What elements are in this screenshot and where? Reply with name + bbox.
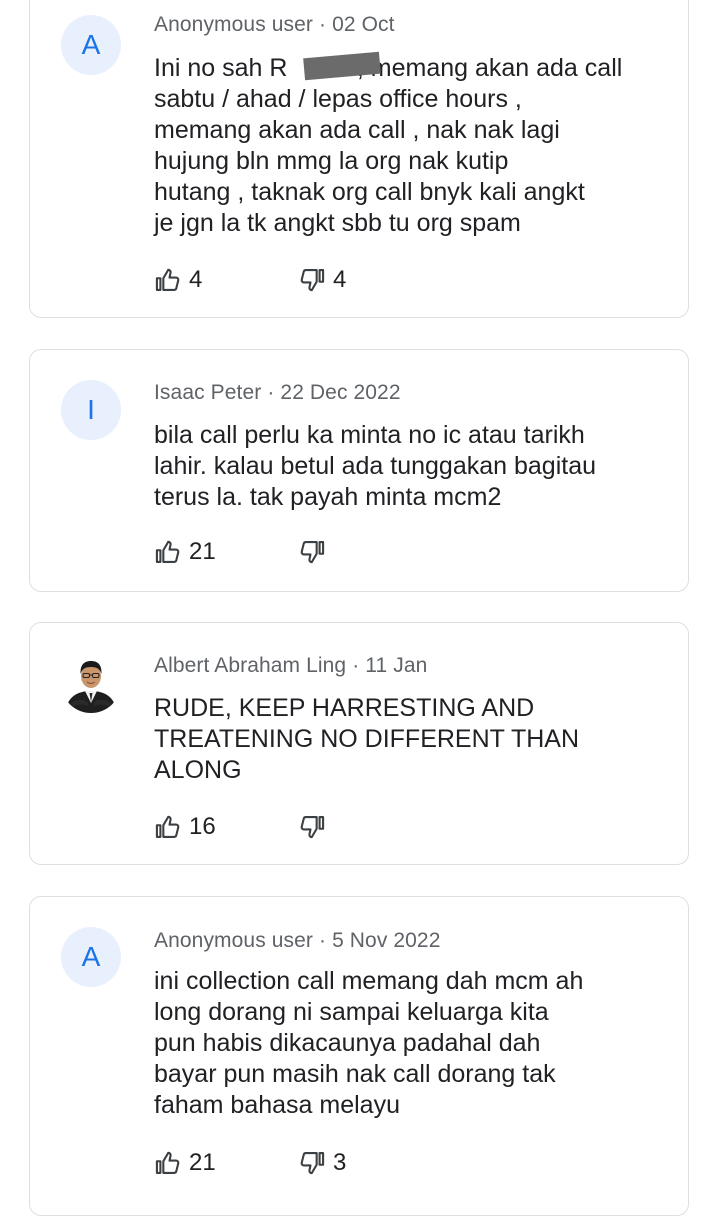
meta-separator: · xyxy=(318,929,327,952)
like-button[interactable]: 21 xyxy=(154,538,298,566)
dislike-button[interactable] xyxy=(298,538,333,566)
avatar-photo xyxy=(61,653,121,713)
like-button[interactable]: 4 xyxy=(154,266,298,294)
review-actions: 21 xyxy=(154,537,333,567)
like-count: 4 xyxy=(189,266,203,293)
review-actions: 16 xyxy=(154,812,333,842)
like-count: 21 xyxy=(189,1149,216,1176)
thumb-up-icon xyxy=(154,813,182,841)
like-count: 16 xyxy=(189,813,216,840)
author-name: Isaac Peter xyxy=(154,381,262,404)
avatar: A xyxy=(61,927,121,987)
review-text: bila call perlu ka minta no ic atau tari… xyxy=(154,421,597,511)
review-card: I Isaac Peter · 22 Dec 2022 bila call perl… xyxy=(29,349,689,592)
thumb-up-icon xyxy=(154,538,182,566)
dislike-count: 3 xyxy=(333,1149,347,1176)
meta-separator: · xyxy=(267,381,275,404)
dislike-button[interactable]: 3 xyxy=(298,1149,346,1177)
review-date: 5 Nov 2022 xyxy=(332,929,441,952)
review-meta: Albert Abraham Ling · 11 Jan xyxy=(154,654,427,678)
review-meta: Isaac Peter · 22 Dec 2022 xyxy=(154,381,401,405)
review-date: 11 Jan xyxy=(365,654,428,677)
review-meta: Anonymous user · 02 Oct xyxy=(154,13,395,37)
meta-separator: · xyxy=(352,654,360,677)
review-card: Albert Abraham Ling · 11 Jan RUDE, KEEP HA… xyxy=(29,622,689,865)
like-count: 21 xyxy=(189,538,216,565)
meta-separator: · xyxy=(318,13,327,36)
thumb-down-icon xyxy=(298,1149,326,1177)
review-card: A Anonymous user·02 Oct Ini no sah R , m… xyxy=(29,0,689,318)
review-date: 22 Dec 2022 xyxy=(280,381,401,404)
review-text: Ini no sah R , memang akan ada call sabt… xyxy=(154,54,623,237)
thumb-down-icon xyxy=(298,266,326,294)
dislike-button[interactable] xyxy=(298,813,333,841)
thumb-down-icon xyxy=(298,538,326,566)
person-photo-icon xyxy=(61,653,121,713)
like-button[interactable]: 16 xyxy=(154,813,298,841)
thumb-up-icon xyxy=(154,266,182,294)
review-actions: 21 3 xyxy=(154,1148,346,1178)
review-card: A Anonymous user · 5 Nov 2022 ini collecti… xyxy=(29,896,689,1216)
author-name: Anonymous user xyxy=(154,929,313,952)
review-text: RUDE, KEEP HARRESTING AND TREATENING NO … xyxy=(154,694,580,784)
dislike-button[interactable]: 4 xyxy=(298,266,346,294)
avatar: A xyxy=(61,15,121,75)
like-button[interactable]: 21 xyxy=(154,1149,298,1177)
thumb-down-icon xyxy=(298,813,326,841)
thumb-up-icon xyxy=(154,1149,182,1177)
review-date: 02 Oct xyxy=(332,13,395,36)
avatar: I xyxy=(61,380,121,440)
author-name: Anonymous user xyxy=(154,13,313,36)
review-meta: Anonymous user · 5 Nov 2022 xyxy=(154,929,441,953)
author-name: Albert Abraham Ling xyxy=(154,654,347,677)
dislike-count: 4 xyxy=(333,266,347,293)
review-text: ini collection call memang dah mcm ah lo… xyxy=(154,967,584,1119)
review-actions: 4 4 xyxy=(154,265,346,295)
